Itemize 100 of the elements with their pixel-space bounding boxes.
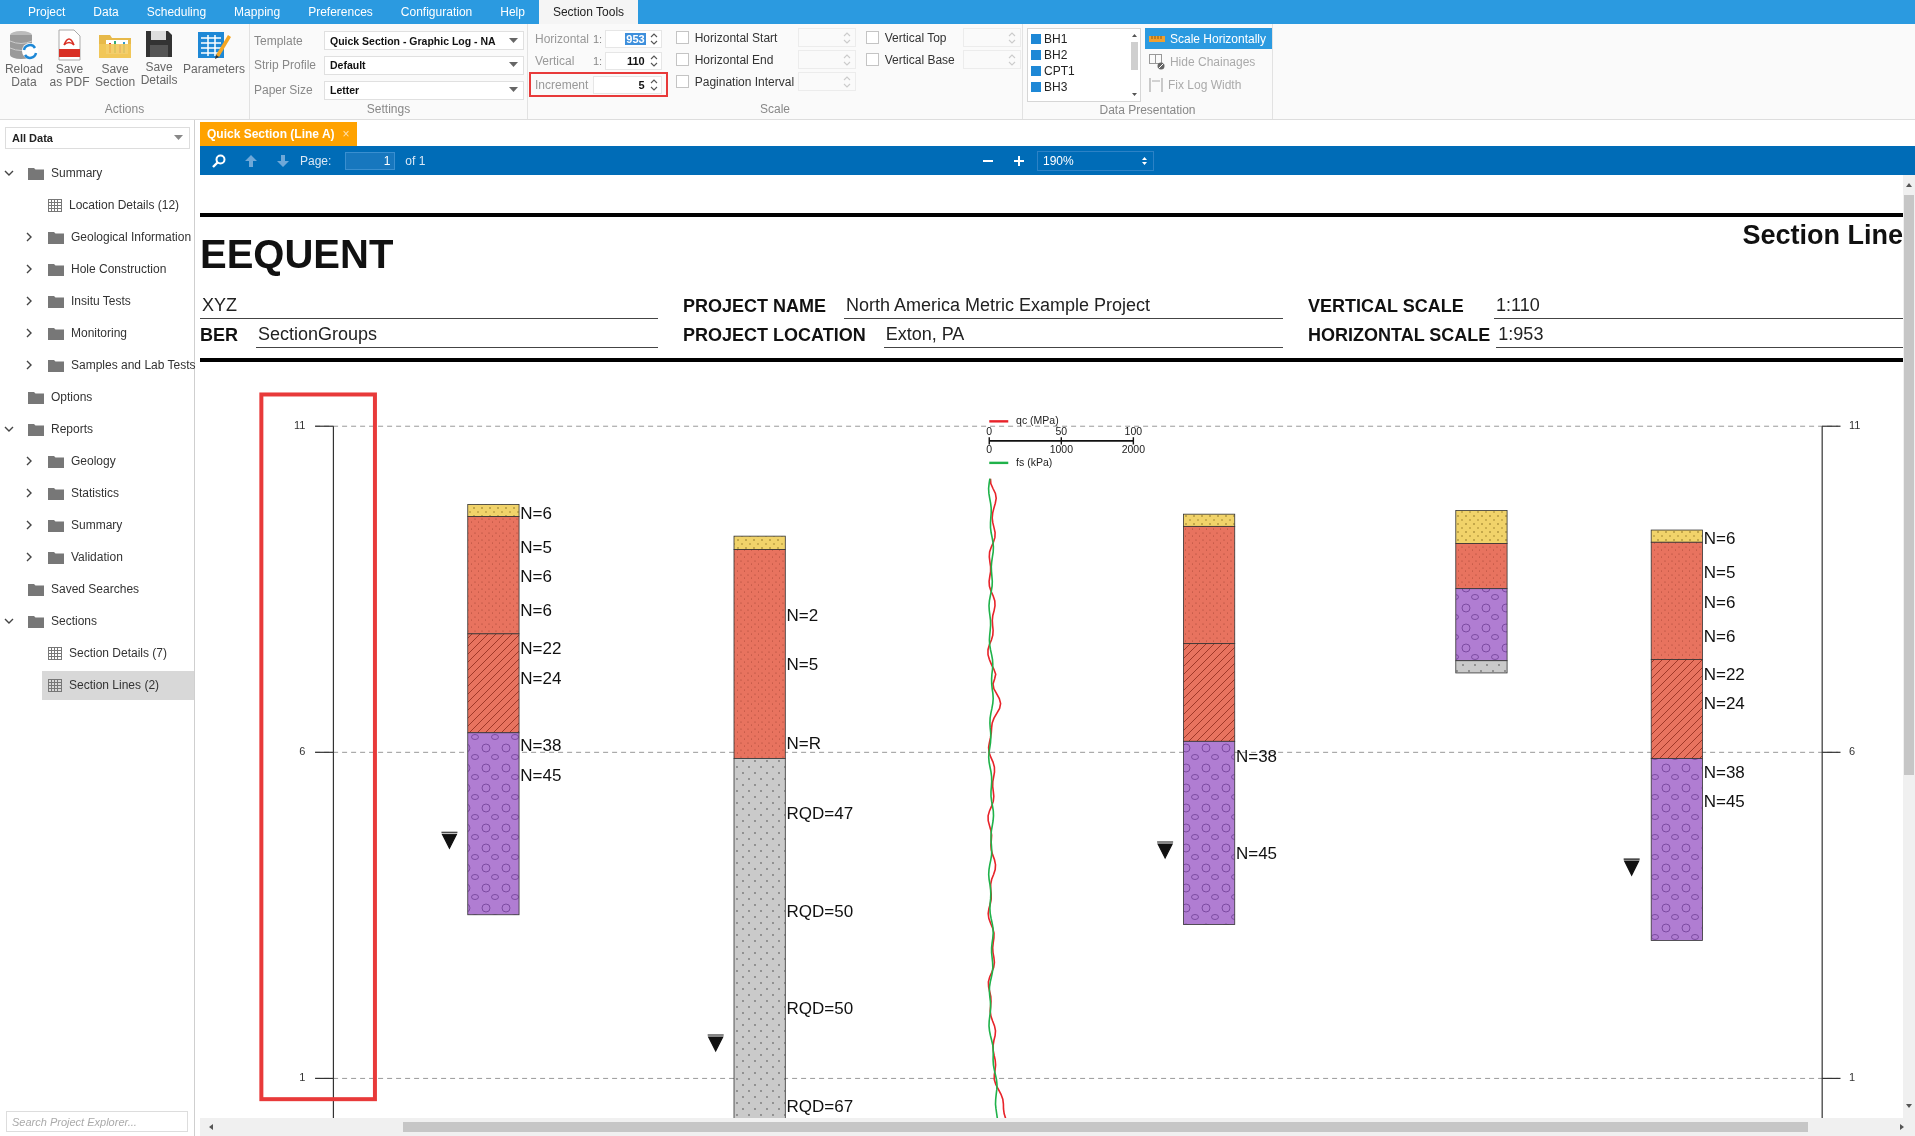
scrollbar[interactable] bbox=[200, 1118, 1915, 1136]
tree-item[interactable]: Sections bbox=[22, 606, 194, 636]
chevron-icon[interactable] bbox=[24, 360, 34, 370]
number-field[interactable] bbox=[962, 50, 1021, 69]
option-label: Vertical Base bbox=[884, 52, 956, 67]
test-value: N=45 bbox=[1235, 844, 1278, 864]
ribbon-button[interactable]: Save Details bbox=[139, 29, 179, 87]
tree-item[interactable]: Geology bbox=[42, 446, 194, 476]
test-value: N=38 bbox=[1703, 762, 1745, 782]
tree-item[interactable]: Samples and Lab Tests bbox=[42, 350, 196, 380]
spin-buttons[interactable] bbox=[649, 31, 658, 46]
ruler-icon bbox=[1148, 34, 1165, 43]
chevron-icon[interactable] bbox=[24, 232, 34, 242]
folder-icon bbox=[48, 454, 64, 468]
number-field[interactable]: 110 bbox=[605, 51, 662, 70]
field-value: North America Metric Example Project bbox=[844, 295, 1283, 319]
tree-item[interactable]: Summary bbox=[22, 158, 194, 188]
folder-icon bbox=[48, 294, 64, 308]
chevron-icon[interactable] bbox=[4, 168, 14, 178]
checkbox[interactable] bbox=[675, 31, 689, 44]
ribbon-button[interactable]: Reload Data bbox=[4, 29, 44, 89]
zoom-dropdown[interactable]: 190% bbox=[1037, 150, 1154, 171]
list-item[interactable]: BH2 bbox=[1031, 47, 1129, 63]
test-value: N=5 bbox=[786, 655, 819, 675]
zoom-in-icon[interactable] bbox=[1013, 154, 1025, 167]
tree-item[interactable]: Summary bbox=[42, 510, 194, 540]
table-icon bbox=[48, 678, 62, 692]
dropdown[interactable]: Default bbox=[324, 56, 524, 75]
tree-item[interactable]: Saved Searches bbox=[22, 574, 194, 604]
tree-item[interactable]: Validation bbox=[42, 542, 194, 572]
folder-icon bbox=[28, 390, 44, 404]
page-count: of 1 bbox=[405, 153, 426, 168]
folder-icon bbox=[28, 582, 44, 596]
list-item[interactable]: CPT1 bbox=[1031, 63, 1129, 79]
test-value: RQD=50 bbox=[786, 901, 854, 921]
test-value: RQD=50 bbox=[786, 999, 854, 1019]
chevron-icon[interactable] bbox=[4, 616, 14, 626]
chevron-icon[interactable] bbox=[24, 456, 34, 466]
chevron-icon[interactable] bbox=[24, 264, 34, 274]
test-value: N=45 bbox=[520, 766, 562, 786]
tree-item[interactable]: Geological Information bbox=[42, 222, 194, 252]
arrow-up-icon[interactable] bbox=[244, 153, 258, 168]
checkbox[interactable] bbox=[865, 31, 879, 44]
test-value: N=6 bbox=[1703, 592, 1736, 612]
scrollbar[interactable] bbox=[1129, 31, 1139, 99]
list-box[interactable]: BH1 BH2 CPT1 BH3 bbox=[1027, 28, 1141, 102]
chevron-icon[interactable] bbox=[24, 296, 34, 306]
test-value: N=5 bbox=[520, 537, 552, 557]
spin-buttons[interactable] bbox=[649, 77, 658, 92]
tree-item[interactable]: Monitoring bbox=[42, 318, 194, 348]
spin-buttons[interactable] bbox=[649, 53, 658, 68]
tree-item[interactable]: Options bbox=[22, 382, 194, 412]
tree-item[interactable]: Hole Construction bbox=[42, 254, 194, 284]
chevron-icon[interactable] bbox=[24, 488, 34, 498]
logo: EEQUENT bbox=[200, 234, 394, 274]
number-field[interactable] bbox=[798, 72, 856, 91]
ribbon-button[interactable]: Save as PDF bbox=[47, 29, 92, 89]
option-label: Pagination Interval bbox=[694, 74, 796, 89]
caret-icon bbox=[174, 135, 183, 141]
search-icon[interactable] bbox=[212, 153, 226, 168]
chevron-icon[interactable] bbox=[4, 424, 14, 434]
checkbox[interactable] bbox=[675, 75, 689, 88]
checkbox[interactable] bbox=[675, 53, 689, 66]
test-value: RQD=67 bbox=[786, 1097, 854, 1117]
search-field[interactable]: Search Project Explorer... bbox=[6, 1111, 188, 1132]
page-field[interactable]: 1 bbox=[345, 151, 396, 170]
field-value: SectionGroups bbox=[256, 324, 658, 348]
number-field[interactable] bbox=[798, 50, 856, 69]
menu-tab[interactable]: Section Tools bbox=[538, 0, 639, 24]
chevron-icon[interactable] bbox=[24, 552, 34, 562]
field-label: Paper Size bbox=[254, 83, 314, 98]
folder-icon bbox=[48, 262, 64, 276]
arrow-down-icon[interactable] bbox=[276, 153, 290, 168]
fill-layer bbox=[733, 535, 786, 550]
number-field[interactable] bbox=[798, 28, 856, 47]
test-value: N=6 bbox=[520, 567, 552, 587]
checkbox[interactable] bbox=[865, 53, 879, 66]
tree-item[interactable]: Location Details (12) bbox=[42, 190, 194, 220]
list-item[interactable]: BH1 bbox=[1031, 31, 1129, 47]
dropdown[interactable]: Letter bbox=[324, 80, 524, 100]
chevron-icon[interactable] bbox=[24, 328, 34, 338]
tree-item[interactable]: Statistics bbox=[42, 478, 194, 508]
ribbon-button[interactable]: Save Section bbox=[95, 29, 136, 89]
table-pencil-icon bbox=[196, 29, 232, 61]
water-level-icon bbox=[707, 1034, 725, 1052]
list-item[interactable]: BH3 bbox=[1031, 79, 1129, 95]
number-field[interactable] bbox=[962, 28, 1021, 47]
tree-item[interactable]: Section Details (7) bbox=[42, 638, 194, 668]
scrollbar[interactable] bbox=[1903, 175, 1915, 1118]
tree-item[interactable]: Section Lines (2) bbox=[42, 670, 194, 700]
number-field[interactable]: 5 bbox=[593, 75, 662, 94]
test-value: N=22 bbox=[520, 639, 562, 659]
tree-item[interactable]: Insitu Tests bbox=[42, 286, 194, 316]
fill-layer bbox=[1183, 513, 1236, 527]
chevron-icon[interactable] bbox=[24, 520, 34, 530]
tree-item[interactable]: Reports bbox=[22, 414, 194, 444]
dropdown[interactable]: Quick Section - Graphic Log - NA bbox=[324, 31, 524, 51]
field-label: BER bbox=[200, 325, 238, 347]
ribbon-button[interactable]: Parameters bbox=[182, 29, 245, 76]
filter-dropdown[interactable]: All Data bbox=[5, 127, 190, 149]
